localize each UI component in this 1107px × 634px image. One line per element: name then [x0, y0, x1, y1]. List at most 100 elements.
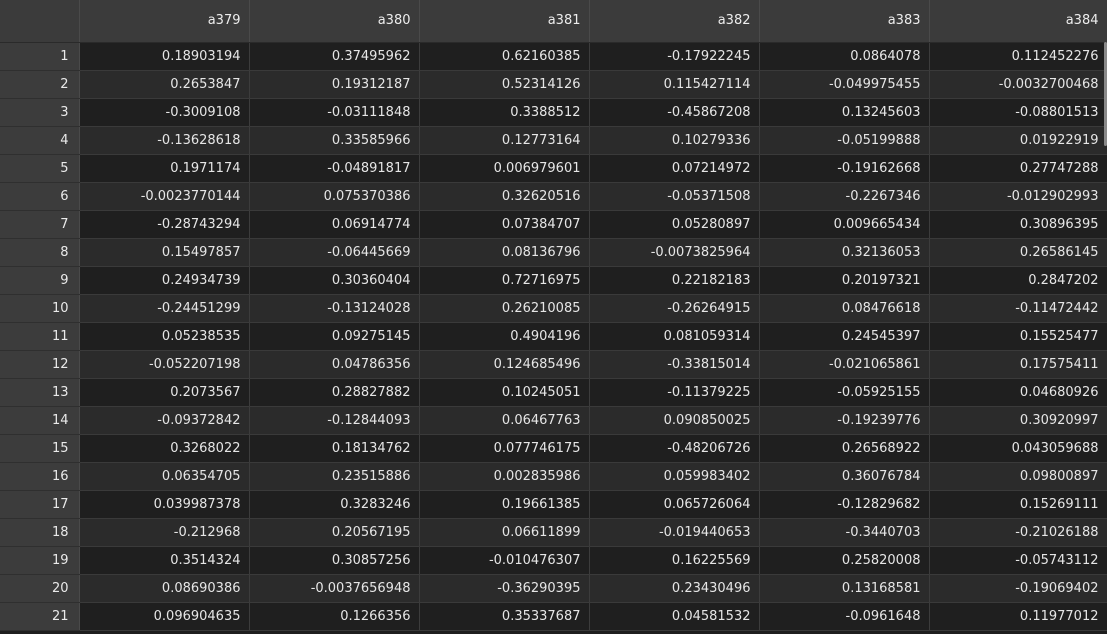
table-cell[interactable]: 0.04581532: [589, 602, 760, 631]
column-header-a382[interactable]: a382: [589, 0, 760, 43]
row-index[interactable]: 18: [0, 518, 80, 547]
table-cell[interactable]: 0.24934739: [79, 266, 250, 295]
table-cell[interactable]: 0.10279336: [589, 126, 760, 155]
table-cell[interactable]: -0.021065861: [759, 350, 930, 379]
table-cell[interactable]: 0.096904635: [79, 602, 250, 631]
table-cell[interactable]: 0.25820008: [759, 546, 930, 575]
table-cell[interactable]: 0.07384707: [419, 210, 590, 239]
table-cell[interactable]: -0.0073825964: [589, 238, 760, 267]
table-cell[interactable]: 0.16225569: [589, 546, 760, 575]
table-cell[interactable]: 0.05238535: [79, 322, 250, 351]
table-cell[interactable]: 0.19661385: [419, 490, 590, 519]
row-index[interactable]: 3: [0, 98, 80, 127]
row-index[interactable]: 19: [0, 546, 80, 575]
table-cell[interactable]: -0.019440653: [589, 518, 760, 547]
table-cell[interactable]: 0.30896395: [929, 210, 1107, 239]
column-header-a381[interactable]: a381: [419, 0, 590, 43]
table-cell[interactable]: 0.124685496: [419, 350, 590, 379]
table-cell[interactable]: 0.26210085: [419, 294, 590, 323]
table-cell[interactable]: -0.09372842: [79, 406, 250, 435]
table-cell[interactable]: -0.26264915: [589, 294, 760, 323]
table-cell[interactable]: 0.10245051: [419, 378, 590, 407]
row-index[interactable]: 10: [0, 294, 80, 323]
table-cell[interactable]: -0.3009108: [79, 98, 250, 127]
table-cell[interactable]: 0.081059314: [589, 322, 760, 351]
table-cell[interactable]: 0.06611899: [419, 518, 590, 547]
table-cell[interactable]: -0.17922245: [589, 42, 760, 71]
table-cell[interactable]: 0.006979601: [419, 154, 590, 183]
table-cell[interactable]: 0.07214972: [589, 154, 760, 183]
table-cell[interactable]: 0.039987378: [79, 490, 250, 519]
table-cell[interactable]: 0.059983402: [589, 462, 760, 491]
table-cell[interactable]: 0.05280897: [589, 210, 760, 239]
table-cell[interactable]: -0.049975455: [759, 70, 930, 99]
table-cell[interactable]: 0.4904196: [419, 322, 590, 351]
table-cell[interactable]: 0.04786356: [249, 350, 420, 379]
row-index[interactable]: 16: [0, 462, 80, 491]
table-cell[interactable]: -0.12844093: [249, 406, 420, 435]
table-cell[interactable]: 0.22182183: [589, 266, 760, 295]
table-cell[interactable]: -0.012902993: [929, 182, 1107, 211]
column-header-a384[interactable]: a384: [929, 0, 1107, 43]
table-cell[interactable]: 0.06914774: [249, 210, 420, 239]
table-cell[interactable]: -0.212968: [79, 518, 250, 547]
table-cell[interactable]: -0.13628618: [79, 126, 250, 155]
table-cell[interactable]: 0.30360404: [249, 266, 420, 295]
data-grid[interactable]: a379 a380 a381 a382 a383 a384 1 0.1890319…: [0, 0, 1107, 634]
table-cell[interactable]: 0.08476618: [759, 294, 930, 323]
table-cell[interactable]: -0.11379225: [589, 378, 760, 407]
table-cell[interactable]: -0.05925155: [759, 378, 930, 407]
table-cell[interactable]: 0.52314126: [419, 70, 590, 99]
table-cell[interactable]: 0.115427114: [589, 70, 760, 99]
row-index[interactable]: 7: [0, 210, 80, 239]
table-cell[interactable]: -0.48206726: [589, 434, 760, 463]
row-index[interactable]: 6: [0, 182, 80, 211]
row-index[interactable]: 5: [0, 154, 80, 183]
table-cell[interactable]: -0.05371508: [589, 182, 760, 211]
table-cell[interactable]: -0.33815014: [589, 350, 760, 379]
table-cell[interactable]: 0.37495962: [249, 42, 420, 71]
table-cell[interactable]: 0.35337687: [419, 602, 590, 631]
table-cell[interactable]: 0.2653847: [79, 70, 250, 99]
table-cell[interactable]: 0.20197321: [759, 266, 930, 295]
table-cell[interactable]: -0.19239776: [759, 406, 930, 435]
table-cell[interactable]: 0.36076784: [759, 462, 930, 491]
table-cell[interactable]: 0.26586145: [929, 238, 1107, 267]
table-cell[interactable]: 0.08690386: [79, 574, 250, 603]
table-cell[interactable]: -0.052207198: [79, 350, 250, 379]
row-index[interactable]: 12: [0, 350, 80, 379]
table-cell[interactable]: 0.3268022: [79, 434, 250, 463]
row-index[interactable]: 2: [0, 70, 80, 99]
table-cell[interactable]: 0.18903194: [79, 42, 250, 71]
table-cell[interactable]: -0.04891817: [249, 154, 420, 183]
corner-header[interactable]: [0, 0, 80, 43]
row-index[interactable]: 1: [0, 42, 80, 71]
table-cell[interactable]: -0.05743112: [929, 546, 1107, 575]
row-index[interactable]: 21: [0, 602, 80, 631]
table-cell[interactable]: 0.32136053: [759, 238, 930, 267]
row-index[interactable]: 14: [0, 406, 80, 435]
table-cell[interactable]: 0.090850025: [589, 406, 760, 435]
table-cell[interactable]: 0.065726064: [589, 490, 760, 519]
table-cell[interactable]: 0.17575411: [929, 350, 1107, 379]
table-cell[interactable]: 0.13168581: [759, 574, 930, 603]
table-cell[interactable]: -0.06445669: [249, 238, 420, 267]
row-index[interactable]: 15: [0, 434, 80, 463]
table-cell[interactable]: 0.04680926: [929, 378, 1107, 407]
table-cell[interactable]: 0.23515886: [249, 462, 420, 491]
table-cell[interactable]: 0.23430496: [589, 574, 760, 603]
table-cell[interactable]: 0.08136796: [419, 238, 590, 267]
table-cell[interactable]: 0.15525477: [929, 322, 1107, 351]
table-cell[interactable]: -0.03111848: [249, 98, 420, 127]
table-cell[interactable]: -0.0023770144: [79, 182, 250, 211]
table-cell[interactable]: -0.28743294: [79, 210, 250, 239]
row-index[interactable]: 4: [0, 126, 80, 155]
table-cell[interactable]: 0.12773164: [419, 126, 590, 155]
row-index[interactable]: 9: [0, 266, 80, 295]
row-index[interactable]: 8: [0, 238, 80, 267]
table-cell[interactable]: 0.09275145: [249, 322, 420, 351]
table-cell[interactable]: 0.3388512: [419, 98, 590, 127]
table-cell[interactable]: 0.112452276: [929, 42, 1107, 71]
table-cell[interactable]: 0.009665434: [759, 210, 930, 239]
table-cell[interactable]: 0.30920997: [929, 406, 1107, 435]
